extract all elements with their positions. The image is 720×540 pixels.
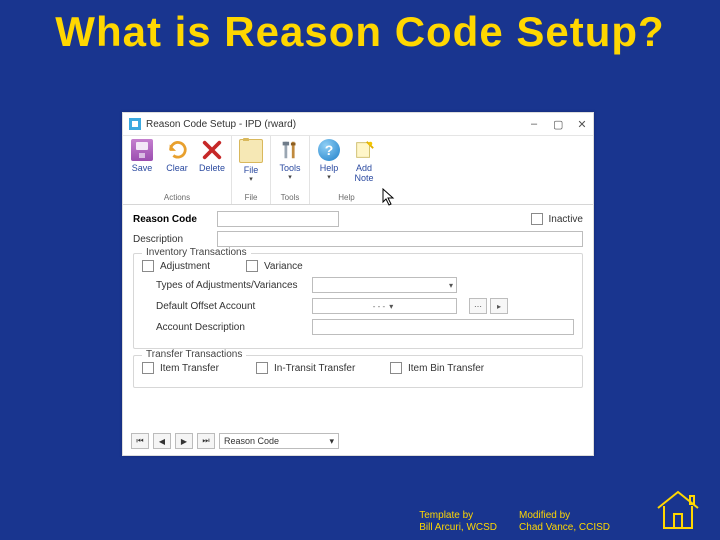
file-label: File <box>244 165 259 175</box>
nav-prev-button[interactable]: ◀ <box>153 433 171 449</box>
ribbon-group-file-label: File <box>238 193 264 202</box>
account-description-input[interactable] <box>312 319 574 335</box>
app-window: Reason Code Setup - IPD (rward) – ▢ ✕ Sa… <box>122 112 594 456</box>
intransit-transfer-checkbox[interactable] <box>256 362 268 374</box>
credit-modified-name: Chad Vance, CCISD <box>519 522 610 534</box>
save-button[interactable]: Save <box>129 139 155 173</box>
home-icon <box>654 488 702 532</box>
offset-expand-button[interactable]: ▸ <box>490 298 508 314</box>
window-minimize-button[interactable]: – <box>529 118 539 131</box>
nav-first-button[interactable]: ⏮ <box>131 433 149 449</box>
ribbon-group-actions-label: Actions <box>129 193 225 202</box>
clear-button[interactable]: Clear <box>164 139 190 173</box>
ribbon-group-tools-label: Tools <box>277 193 303 202</box>
chevron-down-icon: ▾ <box>288 175 292 180</box>
undo-icon <box>166 139 188 161</box>
variance-label: Variance <box>264 261 303 272</box>
save-label: Save <box>132 163 153 173</box>
inventory-transactions-group: Inventory Transactions Adjustment Varian… <box>133 253 583 349</box>
chevron-down-icon: ▾ <box>329 436 334 447</box>
ribbon: Save Clear Delete Actions <box>123 136 593 205</box>
window-titlebar: Reason Code Setup - IPD (rward) – ▢ ✕ <box>123 113 593 136</box>
credit-template-header: Template by <box>419 510 497 522</box>
credits: Template by Bill Arcuri, WCSD Modified b… <box>419 510 610 534</box>
file-button[interactable]: File ▾ <box>238 139 264 182</box>
item-transfer-label: Item Transfer <box>160 363 250 374</box>
record-navigator: ⏮ ◀ ▶ ⏭ Reason Code▾ <box>131 433 339 449</box>
delete-label: Delete <box>199 163 225 173</box>
ribbon-group-actions: Save Clear Delete Actions <box>123 136 232 204</box>
types-label: Types of Adjustments/Variances <box>156 280 306 291</box>
window-maximize-button[interactable]: ▢ <box>553 118 563 131</box>
inventory-legend: Inventory Transactions <box>142 247 251 258</box>
adjustment-checkbox[interactable] <box>142 260 154 272</box>
add-note-label: Add Note <box>355 163 374 183</box>
form-panel: Reason Code Inactive Description Invento… <box>123 205 593 396</box>
intransit-transfer-label: In-Transit Transfer <box>274 363 384 374</box>
tools-icon <box>279 139 301 161</box>
ribbon-group-help-label: Help <box>316 193 377 202</box>
description-input[interactable] <box>217 231 583 247</box>
save-icon <box>131 139 153 161</box>
window-title: Reason Code Setup - IPD (rward) <box>146 119 296 130</box>
ribbon-group-tools: Tools ▾ Tools <box>271 136 310 204</box>
nav-by-select[interactable]: Reason Code▾ <box>219 433 339 449</box>
nav-next-button[interactable]: ▶ <box>175 433 193 449</box>
window-close-button[interactable]: ✕ <box>577 118 587 131</box>
adjustment-label: Adjustment <box>160 261 240 272</box>
inactive-checkbox[interactable] <box>531 213 543 225</box>
transfer-transactions-group: Transfer Transactions Item Transfer In-T… <box>133 355 583 388</box>
nav-last-button[interactable]: ⏭ <box>197 433 215 449</box>
delete-icon <box>201 139 223 161</box>
note-icon <box>353 139 375 161</box>
offset-account-select[interactable]: - - - <box>312 298 457 314</box>
ribbon-group-help: ? Help ▾ Add Note Help <box>310 136 383 204</box>
variance-checkbox[interactable] <box>246 260 258 272</box>
reason-code-label: Reason Code <box>133 214 211 225</box>
tools-button[interactable]: Tools ▾ <box>277 139 303 180</box>
reason-code-input[interactable] <box>217 211 339 227</box>
slide-title: What is Reason Code Setup? <box>0 0 720 62</box>
chevron-down-icon: ▾ <box>249 177 253 182</box>
add-note-button[interactable]: Add Note <box>351 139 377 183</box>
inactive-label: Inactive <box>549 214 583 225</box>
app-icon <box>129 118 141 130</box>
account-description-label: Account Description <box>156 322 306 333</box>
delete-button[interactable]: Delete <box>199 139 225 173</box>
home-button[interactable] <box>654 488 702 532</box>
ribbon-group-file: File ▾ File <box>232 136 271 204</box>
help-button[interactable]: ? Help ▾ <box>316 139 342 180</box>
credit-modified-header: Modified by <box>519 510 610 522</box>
offset-account-label: Default Offset Account <box>156 301 306 312</box>
help-label: Help <box>320 163 339 173</box>
chevron-down-icon: ▾ <box>327 175 331 180</box>
item-transfer-checkbox[interactable] <box>142 362 154 374</box>
help-icon: ? <box>318 139 340 161</box>
offset-lookup-button[interactable]: ⋯ <box>469 298 487 314</box>
transfer-legend: Transfer Transactions <box>142 349 246 360</box>
item-bin-transfer-label: Item Bin Transfer <box>408 363 484 374</box>
tools-label: Tools <box>280 163 301 173</box>
credit-template-name: Bill Arcuri, WCSD <box>419 522 497 534</box>
item-bin-transfer-checkbox[interactable] <box>390 362 402 374</box>
description-label: Description <box>133 234 211 245</box>
types-select[interactable] <box>312 277 457 293</box>
folder-icon <box>239 139 263 163</box>
clear-label: Clear <box>166 163 188 173</box>
